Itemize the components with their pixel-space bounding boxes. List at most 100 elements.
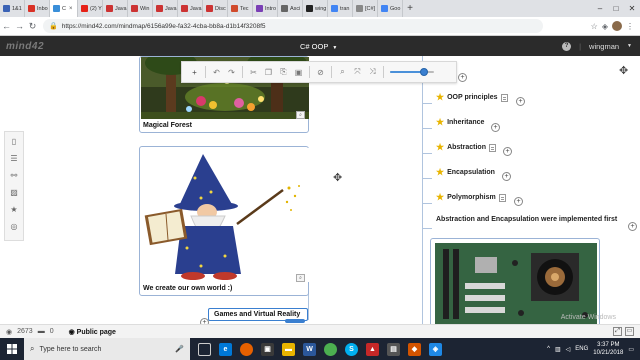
pan-icon[interactable]: ✥ xyxy=(619,64,628,77)
windows-start-button[interactable] xyxy=(0,344,24,354)
zoom-handle[interactable] xyxy=(420,68,428,76)
profile-avatar[interactable] xyxy=(612,21,622,31)
image-node-wizard[interactable]: We create our own world :) ⌕ xyxy=(139,146,309,296)
browser-tab[interactable]: Inbo× xyxy=(25,0,50,17)
expand-button[interactable]: + xyxy=(502,172,511,181)
clock[interactable]: 3:37 PM 10/21/2018 xyxy=(593,341,623,357)
expand-button[interactable]: + xyxy=(514,197,523,206)
image-node-motherboard[interactable] xyxy=(430,238,600,325)
close-icon[interactable]: × xyxy=(69,6,73,12)
copy-icon[interactable]: ❐ xyxy=(264,68,273,77)
expand-button[interactable]: + xyxy=(516,97,525,106)
browser-tab[interactable]: Win× xyxy=(128,0,153,17)
reload-icon[interactable]: ↻ xyxy=(26,21,39,32)
chrome-icon[interactable] xyxy=(324,342,337,356)
note-icon[interactable] xyxy=(488,143,496,152)
visibility-toggle[interactable]: ◉ Public page xyxy=(69,328,116,336)
user-menu[interactable]: wingman xyxy=(589,42,619,51)
volume-icon[interactable]: ◁ xyxy=(566,346,571,353)
firefox-icon[interactable] xyxy=(240,342,253,356)
browser-tab[interactable]: [C#]× xyxy=(353,0,378,17)
history-icon[interactable]: ◎ xyxy=(11,222,18,231)
browser-tab[interactable]: tran× xyxy=(328,0,353,17)
forward-icon[interactable]: → xyxy=(13,21,26,31)
browser-tab[interactable]: Goo× xyxy=(378,0,403,17)
app-icon[interactable]: ◆ xyxy=(408,342,421,356)
zoom-image-icon[interactable]: ⌕ xyxy=(296,274,305,282)
browser-tab[interactable]: Java× xyxy=(103,0,128,17)
undo-icon[interactable]: ↶ xyxy=(212,68,221,77)
browser-tab[interactable]: Disc× xyxy=(203,0,228,17)
add-node-icon[interactable]: + xyxy=(190,68,199,77)
note-icon[interactable] xyxy=(500,93,508,102)
microphone-icon[interactable]: 🎤 xyxy=(175,345,190,353)
edge-icon[interactable]: e xyxy=(219,342,232,356)
topic-abstraction[interactable]: ★ Abstraction xyxy=(436,142,496,153)
skype-icon[interactable]: S xyxy=(345,342,358,356)
app-logo[interactable]: mind42 xyxy=(0,41,44,52)
paste-icon[interactable]: ⎘ xyxy=(279,67,288,77)
word-icon[interactable]: W xyxy=(303,342,316,356)
fit-to-screen-icon[interactable]: ⤧ xyxy=(353,67,362,77)
file-explorer-icon[interactable]: ▬ xyxy=(282,342,295,356)
browser-menu-icon[interactable]: ⋮ xyxy=(626,22,634,31)
notification-icon[interactable]: ▭ xyxy=(628,346,634,353)
browser-tab[interactable]: Tec× xyxy=(228,0,253,17)
browser-tab[interactable]: 1&1× xyxy=(0,0,25,17)
comments-icon[interactable]: ▬ xyxy=(38,328,45,335)
browser-tab[interactable]: Java× xyxy=(153,0,178,17)
topic-encapsulation[interactable]: ★ Encapsulation xyxy=(436,167,495,178)
expand-button[interactable]: + xyxy=(491,123,500,132)
topic-abstraction-encapsulation-note[interactable]: Abstraction and Encapsulation were imple… xyxy=(436,216,617,223)
browser-tab[interactable]: Intro× xyxy=(253,0,278,17)
maximize-icon[interactable]: □ xyxy=(608,4,624,13)
topic-polymorphism[interactable]: ★ Polymorphism xyxy=(436,192,506,203)
expand-button[interactable]: + xyxy=(503,147,512,156)
minimize-icon[interactable]: – xyxy=(592,4,608,13)
taskbar-search-input[interactable]: ⌕ Type here to search 🎤 xyxy=(24,338,190,360)
chevron-down-icon[interactable]: ▼ xyxy=(627,43,632,49)
browser-tab[interactable]: Java× xyxy=(178,0,203,17)
zoom-image-icon[interactable]: ⌕ xyxy=(296,111,305,119)
no-entry-icon[interactable]: ⊘ xyxy=(316,68,325,77)
task-view-icon[interactable] xyxy=(198,342,211,356)
note-icon[interactable] xyxy=(498,193,506,202)
url-input[interactable]: 🔒 https://mind42.com/mindmap/6156a99e-fa… xyxy=(43,19,543,33)
network-icon[interactable]: ▥ xyxy=(555,346,561,353)
browser-tab[interactable]: C × xyxy=(50,0,78,17)
delete-icon[interactable]: ▣ xyxy=(294,68,303,77)
minimap-icon[interactable]: ▭ xyxy=(625,327,634,336)
redo-icon[interactable]: ↷ xyxy=(227,68,236,77)
collapse-icon[interactable]: ⤨ xyxy=(368,67,377,77)
search-icon[interactable]: ⌕ xyxy=(338,67,347,77)
language-indicator[interactable]: ENG xyxy=(575,346,588,352)
back-icon[interactable]: ← xyxy=(0,21,13,31)
zoom-slider[interactable] xyxy=(390,68,434,76)
link-icon[interactable]: ⚯ xyxy=(11,171,18,180)
star-icon[interactable]: ★ xyxy=(10,205,17,214)
topic-inheritance[interactable]: ★ Inheritance xyxy=(436,117,484,128)
app-icon[interactable]: ◈ xyxy=(429,342,442,356)
expand-button[interactable]: + xyxy=(458,73,467,82)
document-icon[interactable]: ▯ xyxy=(12,137,16,146)
expand-button[interactable]: + xyxy=(628,222,637,231)
browser-tab[interactable]: wing× xyxy=(303,0,328,17)
bookmark-star-icon[interactable]: ☆ xyxy=(591,22,598,31)
image-icon[interactable]: ▨ xyxy=(10,188,18,197)
topic-oop-principles[interactable]: ★ OOP principles xyxy=(436,92,508,103)
fullscreen-icon[interactable]: ⤢ xyxy=(613,327,622,336)
app-icon[interactable]: ▣ xyxy=(261,342,274,356)
tray-chevron-icon[interactable]: ^ xyxy=(547,346,550,352)
map-title-menu[interactable]: C# OOP ▼ xyxy=(300,42,337,51)
help-icon[interactable]: ? xyxy=(562,41,572,51)
close-icon[interactable]: ✕ xyxy=(624,4,640,13)
list-icon[interactable]: ☰ xyxy=(10,154,17,163)
new-tab-button[interactable]: + xyxy=(403,3,417,14)
browser-tab[interactable]: Asci× xyxy=(278,0,303,17)
cut-icon[interactable]: ✂ xyxy=(249,68,258,77)
extension-icon[interactable]: ◈ xyxy=(602,22,608,31)
app-icon[interactable]: ▲ xyxy=(366,342,379,356)
topic-games-virtual-reality[interactable]: Games and Virtual Reality xyxy=(208,308,308,323)
browser-tab[interactable]: (2) Y× xyxy=(78,0,103,17)
app-icon[interactable]: ▤ xyxy=(387,342,400,356)
